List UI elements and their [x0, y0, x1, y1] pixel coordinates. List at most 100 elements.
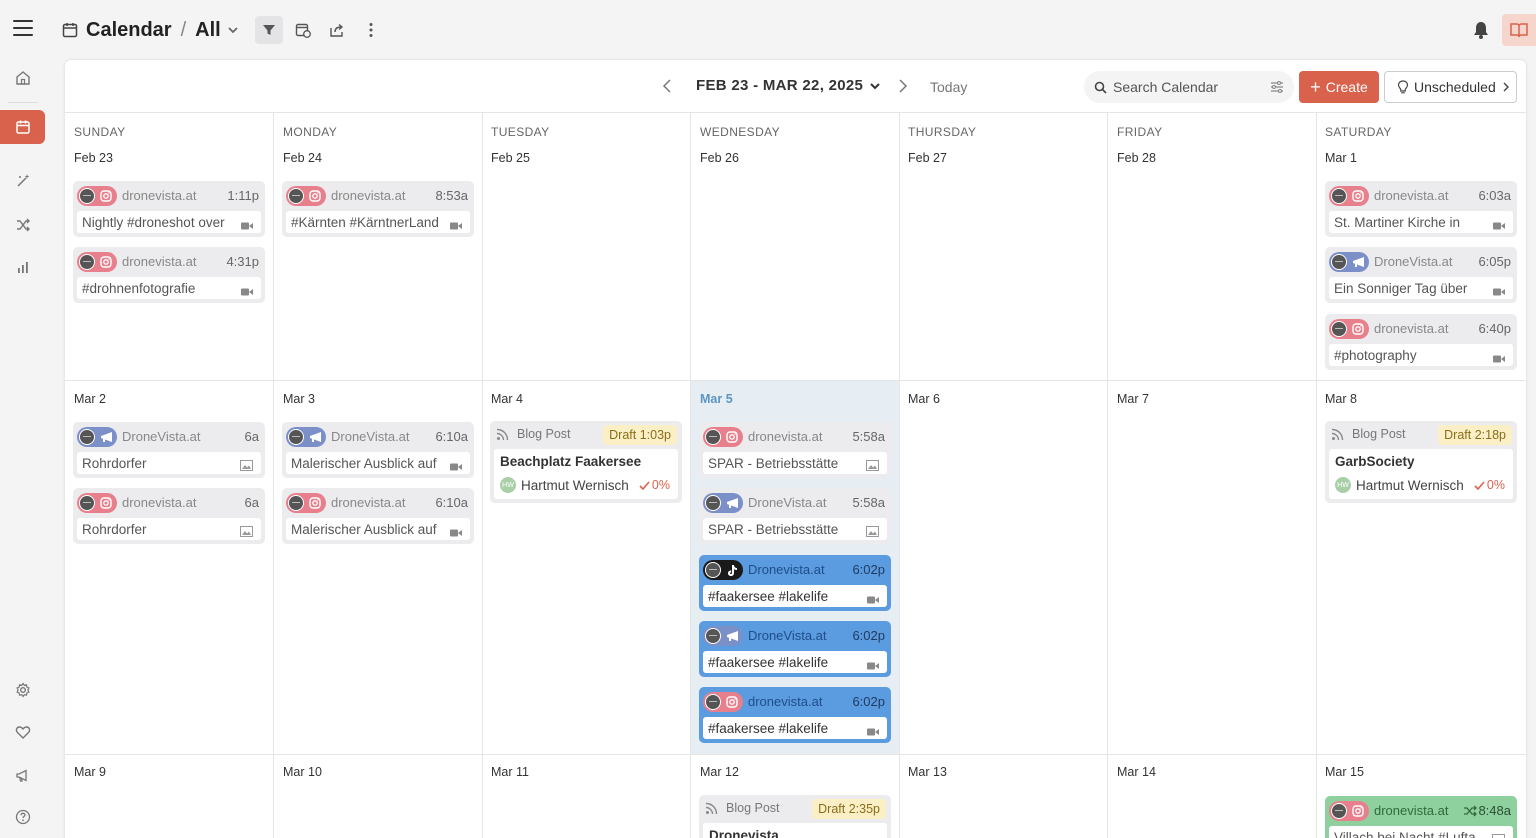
post-card[interactable]: dronevista.at 6:10a Malerischer Ausblick a… [282, 488, 474, 544]
chevron-left-icon[interactable] [659, 78, 675, 94]
day-date[interactable]: Mar 12 [700, 765, 739, 779]
sidebar-item-shuffle[interactable] [0, 208, 45, 242]
post-caption: Rohrdorfer [82, 456, 147, 471]
chevron-down-icon[interactable] [227, 24, 239, 36]
sidebar-item-analytics[interactable] [0, 250, 45, 284]
day-name-tuesday: TUESDAY [491, 125, 550, 139]
day-date[interactable]: Mar 3 [283, 392, 315, 406]
instagram-icon [307, 188, 323, 204]
day-date[interactable]: Mar 1 [1325, 151, 1357, 165]
day-date[interactable]: Mar 6 [908, 392, 940, 406]
platform-badge [286, 427, 326, 447]
sidebar-item-favorites[interactable] [0, 715, 45, 749]
post-card[interactable]: DroneVista.at 6a Rohrdorfer [73, 422, 265, 478]
post-card[interactable]: dronevista.at 1:11p Nightly #droneshot ove… [73, 181, 265, 237]
post-card-body: St. Martiner Kirche in [1329, 211, 1513, 233]
day-date[interactable]: Feb 23 [74, 151, 113, 165]
day-date[interactable]: Mar 8 [1325, 392, 1357, 406]
sidebar-item-settings[interactable] [0, 673, 45, 707]
post-card[interactable]: dronevista.at 4:31p #drohnenfotografie [73, 247, 265, 303]
filter-button[interactable] [255, 16, 283, 44]
plus-icon: + [1310, 77, 1321, 97]
today-button[interactable]: Today [930, 79, 967, 95]
schedule-button[interactable] [289, 16, 317, 44]
blog-post-card[interactable]: Blog Post Draft 2:35p Dronevista [699, 795, 891, 838]
post-card-selected[interactable]: DroneVista.at 6:02p #faakersee #lakelife [699, 621, 891, 677]
post-card[interactable]: DroneVista.at 5:58a SPAR - Betriebsstätte [699, 488, 891, 544]
day-date[interactable]: Feb 25 [491, 151, 530, 165]
menu-icon[interactable] [13, 20, 33, 36]
day-date[interactable]: Feb 24 [283, 151, 322, 165]
post-time: 8:53a [435, 188, 468, 203]
post-card[interactable]: dronevista.at 6a Rohrdorfer [73, 488, 265, 544]
post-time: 6a [244, 429, 259, 444]
sidebar-item-calendar[interactable] [0, 110, 45, 144]
bar-chart-icon [17, 262, 28, 273]
video-icon [241, 283, 253, 301]
week-divider [65, 380, 1526, 381]
day-date[interactable]: Mar 7 [1117, 392, 1149, 406]
chevron-right-icon[interactable] [895, 78, 911, 94]
sidebar-item-announcements[interactable] [0, 758, 45, 792]
post-card-body: SPAR - Betriebsstätte [703, 518, 887, 540]
post-time: 6:05p [1478, 254, 1511, 269]
tune-icon[interactable] [1270, 80, 1284, 94]
post-card[interactable]: dronevista.at 6:40p #photography [1325, 314, 1517, 370]
search-box[interactable] [1084, 71, 1294, 103]
day-date[interactable]: Mar 15 [1325, 765, 1364, 779]
post-card-header: Dronevista.at 6:02p [699, 555, 891, 583]
post-card[interactable]: dronevista.at 5:58a SPAR - Betriebsstätte [699, 422, 891, 478]
day-date[interactable]: Mar 14 [1117, 765, 1156, 779]
search-input[interactable] [1113, 79, 1263, 95]
day-date[interactable]: Mar 9 [74, 765, 106, 779]
video-icon [1493, 217, 1505, 235]
check-icon [1474, 480, 1485, 490]
day-date[interactable]: Mar 2 [74, 392, 106, 406]
avatar [79, 429, 95, 445]
share-button[interactable] [323, 16, 351, 44]
post-card-selected[interactable]: Dronevista.at 6:02p #faakersee #lakelife [699, 555, 891, 611]
blog-post-body: Dronevista [703, 823, 887, 838]
post-card[interactable]: dronevista.at 8:53a #Kärnten #KärntnerLand [282, 181, 474, 237]
day-date[interactable]: Feb 26 [700, 151, 739, 165]
guide-button[interactable] [1502, 14, 1536, 46]
platform-badge [77, 252, 117, 272]
instagram-icon [98, 188, 114, 204]
post-card[interactable]: DroneVista.at 6:05p Ein Sonniger Tag über [1325, 247, 1517, 303]
blog-title: GarbSociety [1335, 454, 1415, 469]
post-card-selected[interactable]: dronevista.at 6:02p #faakersee #lakelife [699, 687, 891, 743]
more-options-button[interactable] [357, 16, 385, 44]
day-date[interactable]: Feb 28 [1117, 151, 1156, 165]
day-date[interactable]: Mar 13 [908, 765, 947, 779]
image-icon [866, 524, 879, 542]
post-time: 6:02p [852, 562, 885, 577]
sidebar-item-help[interactable] [0, 800, 45, 834]
day-date[interactable]: Mar 4 [491, 392, 523, 406]
calendar-grid: SUNDAY MONDAY TUESDAY WEDNESDAY THURSDAY… [65, 112, 1526, 838]
unscheduled-button[interactable]: Unscheduled [1384, 71, 1517, 103]
sidebar-divider [8, 102, 38, 103]
blog-post-card[interactable]: Blog Post Draft 2:18p GarbSociety HW Hartmut… [1325, 421, 1517, 503]
view-selector[interactable]: All [195, 19, 221, 42]
sidebar-item-home[interactable] [0, 61, 45, 95]
blog-post-card[interactable]: Blog Post Draft 1:03p Beachplatz Faakersee… [490, 421, 682, 503]
post-card[interactable]: dronevista.at 8:48a Villach bei Nacht #Luf… [1325, 796, 1517, 838]
create-button[interactable]: + Create [1299, 71, 1379, 103]
date-range-selector[interactable]: FEB 23 - MAR 22, 2025 [696, 77, 881, 94]
day-date-today[interactable]: Mar 5 [700, 392, 733, 406]
day-date[interactable]: Mar 11 [491, 765, 529, 779]
title-separator: / [180, 18, 187, 41]
post-card[interactable]: dronevista.at 6:03a St. Martiner Kirche in [1325, 181, 1517, 237]
post-account: DroneVista.at [748, 628, 827, 643]
bell-icon[interactable] [1471, 20, 1491, 40]
video-icon [1493, 283, 1505, 301]
more-vertical-icon [369, 23, 373, 37]
post-card-header: dronevista.at 6:10a [282, 488, 474, 516]
post-account: dronevista.at [122, 254, 197, 269]
post-card[interactable]: DroneVista.at 6:10a Malerischer Ausblick a… [282, 422, 474, 478]
sidebar-item-magic[interactable] [0, 164, 45, 198]
avatar [79, 254, 95, 270]
column-thursday [899, 113, 1108, 838]
day-date[interactable]: Feb 27 [908, 151, 947, 165]
day-date[interactable]: Mar 10 [283, 765, 322, 779]
